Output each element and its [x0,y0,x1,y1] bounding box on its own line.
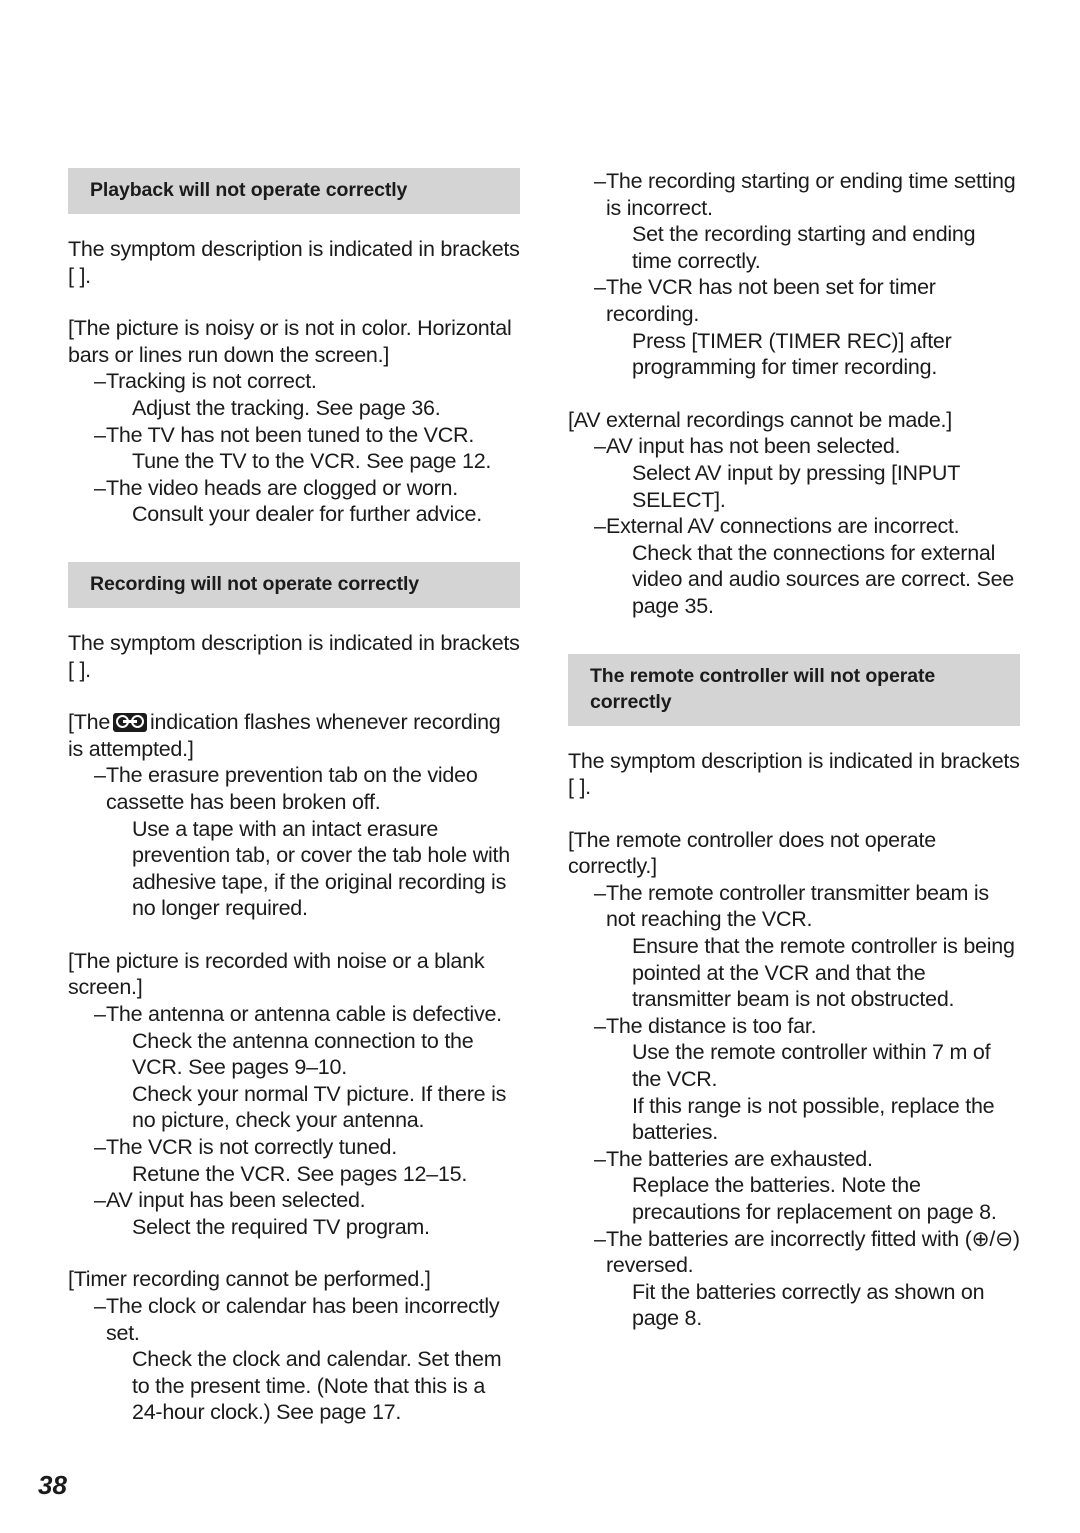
dash-marker: – [94,1002,106,1027]
two-column-body: Playback will not operate correctly The … [68,168,1020,1426]
remedy-text: Check your normal TV picture. If there i… [132,1081,507,1133]
list-item: – AV input has not been selected. [568,433,1020,460]
remedy-text: Check the antenna connection to the VCR.… [132,1028,474,1080]
list-item: – The VCR is not correctly tuned. [68,1134,520,1161]
dash-marker: – [594,434,606,459]
cause-text: The batteries are incorrectly fitted wit… [606,1226,1020,1278]
remedy-text: If this range is not possible, replace t… [632,1093,995,1145]
cause-text: Tracking is not correct. [106,369,317,394]
remedy-text: Set the recording starting and ending ti… [632,222,976,273]
dash-marker: – [94,1188,106,1213]
list-item: – The batteries are incorrectly fitted w… [568,1226,1020,1279]
left-column: Playback will not operate correctly The … [68,168,520,1426]
cassette-tape-icon [113,713,148,733]
remedy-text: Select the required TV program. [132,1214,430,1239]
list-item: – Tracking is not correct. [68,368,520,395]
remedy-text: Fit the batteries correctly as shown on … [632,1279,985,1331]
recording-symptom-cassette: [The indication flashes whenever recordin… [68,709,520,762]
remedy-text: Tune the TV to the VCR. See page 12. [132,449,492,474]
av-symptom-text: [AV external recordings cannot be made.] [568,407,952,432]
playback-symptom-text: [The picture is noisy or is not in color… [68,316,512,367]
cause-text: The VCR is not correctly tuned. [106,1135,397,1160]
dash-marker: – [594,1226,606,1251]
dash-marker: – [94,1294,106,1318]
remote-symptom-text: [The remote controller does not operate … [568,827,936,879]
list-item: – The VCR has not been set for timer rec… [568,274,1020,327]
list-item: – External AV connections are incorrect. [568,513,1020,540]
dash-marker: – [94,422,106,447]
dash-marker: – [594,1146,606,1171]
cause-text: AV input has not been selected. [606,434,901,459]
section-heading-remote-controller: The remote controller will not operate c… [568,653,1020,726]
remedy-text: Consult your dealer for further advice. [132,502,482,527]
list-item: – The clock or calendar has been incorre… [68,1293,520,1346]
list-item: – The erasure prevention tab on the vide… [68,762,520,815]
remote-intro-text: The symptom description is indicated in … [568,748,1020,800]
cause-text: The video heads are clogged or worn. [106,475,458,500]
dash-marker: – [94,763,106,788]
cause-text: The batteries are exhausted. [606,1146,873,1171]
cause-text: The remote controller transmitter beam i… [606,880,989,932]
symptom-prefix-text: [The [68,710,111,735]
dash-marker: – [594,514,606,539]
section-heading-recording: Recording will not operate correctly [68,561,520,608]
recording-symptom-noise: [The picture is recorded with noise or a… [68,948,485,1000]
list-item: – The TV has not been tuned to the VCR. [68,422,520,449]
cause-text: The distance is too far. [606,1013,817,1038]
cause-text: The recording starting or ending time se… [606,169,1016,220]
cause-text: The clock or calendar has been incorrect… [106,1294,500,1345]
right-column: – The recording starting or ending time … [568,168,1020,1426]
dash-marker: – [94,369,106,394]
remedy-text: Select AV input by pressing [INPUT SELEC… [632,460,960,512]
list-item: – The batteries are exhausted. [568,1146,1020,1173]
list-item: – The video heads are clogged or worn. [68,475,520,502]
remedy-text: Adjust the tracking. See page 36. [132,395,441,420]
cause-text: AV input has been selected. [106,1188,366,1213]
recording-symptom-timer: [Timer recording cannot be performed.] [68,1267,431,1292]
list-item: – The remote controller transmitter beam… [568,880,1020,933]
remedy-text: Retune the VCR. See pages 12–15. [132,1161,468,1186]
page-number: 38 [38,1470,67,1500]
remedy-text: Use a tape with an intact erasure preven… [132,816,510,921]
dash-marker: – [594,880,606,905]
list-item: – The distance is too far. [568,1013,1020,1040]
cause-text: The VCR has not been set for timer recor… [606,275,936,326]
list-item: – AV input has been selected. [68,1187,520,1214]
remedy-text: Press [TIMER (TIMER REC)] after programm… [632,328,952,380]
section-heading-playback: Playback will not operate correctly [68,168,520,214]
dash-marker: – [94,1135,106,1160]
remedy-text: Use the remote controller within 7 m of … [632,1040,991,1092]
remedy-text: Replace the batteries. Note the precauti… [632,1173,997,1224]
list-item: – The recording starting or ending time … [568,168,1020,221]
dash-marker: – [594,169,606,193]
dash-marker: – [594,275,606,300]
remedy-text: Check that the connections for external … [632,540,1015,618]
cause-text: The erasure prevention tab on the video … [106,763,478,814]
dash-marker: – [94,475,106,500]
dash-marker: – [594,1013,606,1038]
remedy-text: Ensure that the remote controller is bei… [632,934,1015,1012]
cause-text: The TV has not been tuned to the VCR. [106,422,475,447]
playback-intro-text: The symptom description is indicated in … [68,237,520,288]
remedy-text: Check the clock and calendar. Set them t… [132,1347,502,1425]
list-item: – The antenna or antenna cable is defect… [68,1001,520,1028]
cause-text: The antenna or antenna cable is defectiv… [106,1002,502,1027]
manual-page: Playback will not operate correctly The … [0,0,1080,1533]
cause-text: External AV connections are incorrect. [606,514,960,539]
recording-intro-text: The symptom description is indicated in … [68,630,520,682]
